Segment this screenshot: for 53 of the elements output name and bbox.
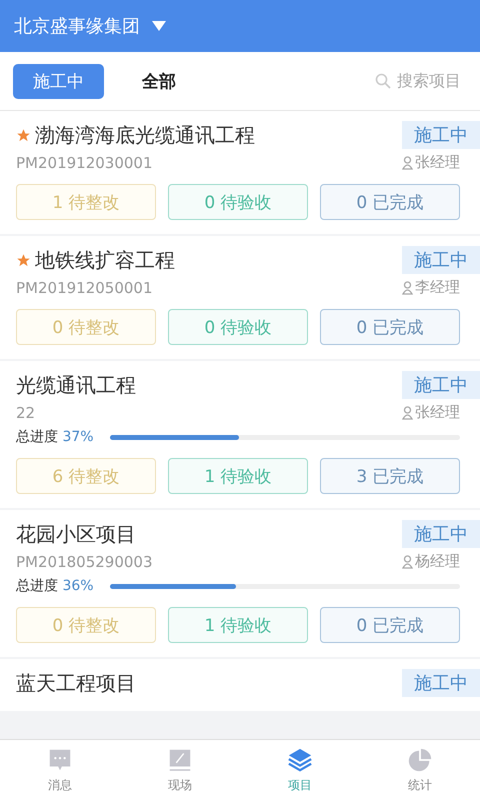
project-code: PM201912030001 [16, 154, 153, 172]
count-button[interactable]: 0 已完成 [320, 184, 460, 220]
project-name: 花园小区项目 [16, 520, 136, 548]
manager-name: 张经理 [415, 153, 460, 172]
count-button[interactable]: 1 待整改 [16, 184, 156, 220]
manager-name: 李经理 [415, 278, 460, 297]
status-tag: 施工中 [402, 520, 480, 548]
count-button[interactable]: 0 待整改 [16, 309, 156, 345]
project-icon [287, 746, 313, 772]
status-tag: 施工中 [402, 669, 480, 697]
status-tag: 施工中 [402, 246, 480, 274]
stats-icon [407, 746, 433, 772]
project-name: 渤海湾海底光缆通讯工程 [35, 122, 255, 148]
status-tag: 施工中 [402, 121, 480, 149]
project-code: PM201805290003 [16, 552, 153, 570]
company-title: 北京盛事缘集团 [14, 15, 140, 38]
project-name: 蓝天工程项目 [16, 670, 136, 696]
project-name: 地铁线扩容工程 [35, 246, 175, 274]
project-card[interactable]: 花园小区项目 施工中 PM201805290003 杨经理 总进度 36% 0 待整改 1 待验收 0 已完成 [0, 510, 480, 657]
dropdown-caret-icon[interactable] [152, 21, 166, 31]
nav-tab[interactable]: 消息 [0, 740, 120, 800]
person-icon [402, 554, 413, 568]
project-card[interactable]: 蓝天工程项目 施工中 [0, 659, 480, 711]
project-code: PM201912050001 [16, 278, 153, 296]
project-card[interactable]: 地铁线扩容工程 施工中 PM201912050001 李经理 0 待整改 0 待验收 0 已完成 [0, 236, 480, 359]
search-field[interactable]: 搜索项目 [369, 70, 467, 92]
filter-tab[interactable]: 施工中 [13, 64, 104, 98]
project-code: 22 [16, 404, 36, 422]
count-button[interactable]: 0 待整改 [16, 607, 156, 643]
project-name: 光缆通讯工程 [16, 372, 136, 398]
project-card[interactable]: 渤海湾海底光缆通讯工程 施工中 PM201912030001 张经理 1 待整改 0 待验收 0 已完成 [0, 111, 480, 234]
count-button[interactable]: 0 待验收 [168, 184, 308, 220]
count-button[interactable]: 1 待验收 [168, 458, 308, 494]
person-icon [402, 280, 413, 294]
count-button[interactable]: 1 待验收 [168, 607, 308, 643]
person-icon [402, 406, 413, 420]
nav-tab[interactable]: 现场 [120, 740, 240, 800]
nav-tab[interactable]: 统计 [360, 740, 480, 800]
count-button[interactable]: 0 待验收 [168, 309, 308, 345]
search-icon [375, 73, 391, 89]
manager-name: 张经理 [415, 403, 460, 422]
project-card[interactable]: 光缆通讯工程 施工中 22 张经理 总进度 37% 6 待整改 1 待验收 3 已完成 [0, 361, 480, 508]
progress-label: 总进度 36% [16, 577, 94, 595]
count-button[interactable]: 0 已完成 [320, 309, 460, 345]
count-button[interactable]: 3 已完成 [320, 458, 460, 494]
count-button[interactable]: 6 待整改 [16, 458, 156, 494]
progress-label: 总进度 37% [16, 428, 94, 446]
manager-name: 杨经理 [415, 552, 460, 571]
nav-tab[interactable]: 项目 [240, 740, 360, 800]
count-button[interactable]: 0 已完成 [320, 607, 460, 643]
filter-tab[interactable]: 全部 [122, 64, 196, 98]
person-icon [402, 156, 413, 170]
status-tag: 施工中 [402, 371, 480, 399]
